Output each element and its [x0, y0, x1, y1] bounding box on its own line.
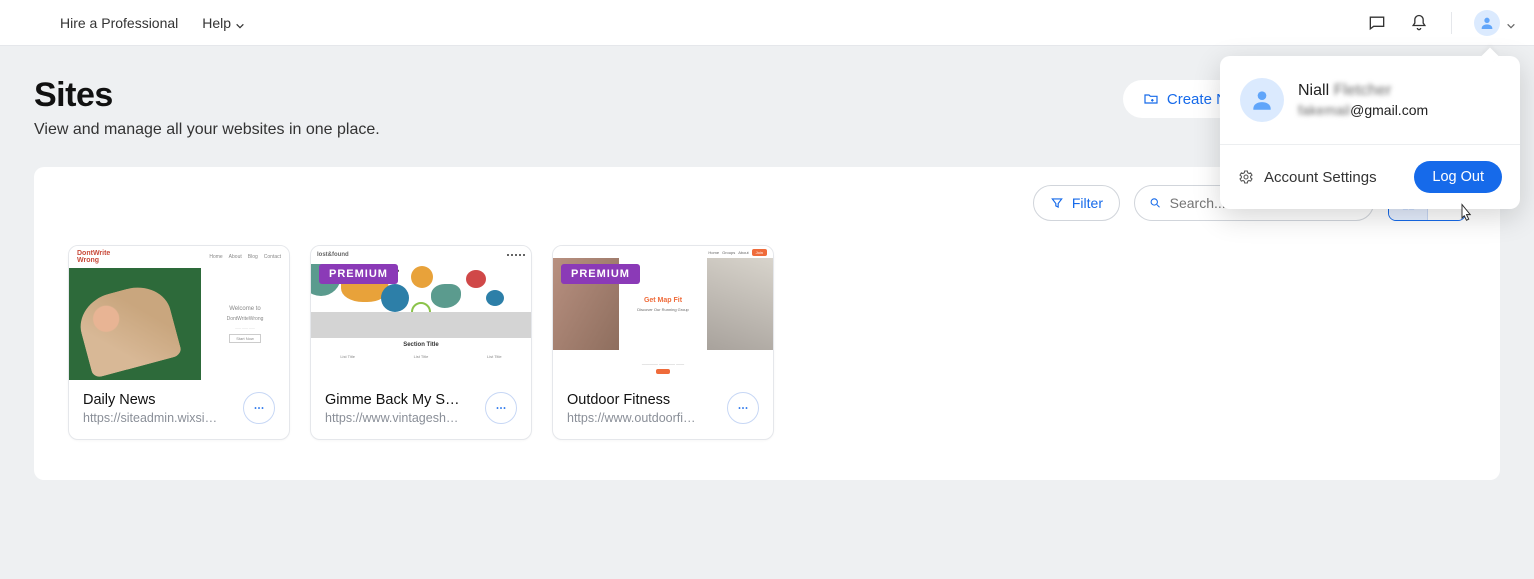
site-card[interactable]: PREMIUM HomeGroupsAbout Join Get Map Fit…	[552, 245, 774, 440]
folder-plus-icon	[1143, 91, 1159, 107]
avatar-large	[1240, 78, 1284, 122]
user-menu-popover: Niall Fletcher fakemail@gmail.com Accoun…	[1220, 56, 1520, 209]
chevron-down-icon	[235, 18, 245, 28]
site-thumbnail: DontWriteWrong HomeAboutBlogContact Welc…	[69, 246, 289, 380]
filter-button[interactable]: Filter	[1033, 185, 1120, 221]
site-thumbnail: PREMIUM HomeGroupsAbout Join Get Map Fit…	[553, 246, 773, 380]
site-more-button[interactable]	[485, 392, 517, 424]
premium-badge: PREMIUM	[561, 264, 640, 284]
help-menu[interactable]: Help	[202, 15, 245, 31]
site-card-info: Gimme Back My S… https://www.vintagesh…	[311, 380, 531, 439]
avatar	[1474, 10, 1500, 36]
site-thumbnail: PREMIUM lost&found How does this all wor…	[311, 246, 531, 380]
site-title: Outdoor Fitness	[567, 392, 696, 408]
site-url: https://siteadmin.wixsi…	[83, 411, 217, 425]
user-info: Niall Fletcher fakemail@gmail.com	[1220, 56, 1520, 144]
site-more-button[interactable]	[243, 392, 275, 424]
site-url: https://www.outdoorfi…	[567, 411, 696, 425]
bell-icon[interactable]	[1409, 13, 1429, 33]
top-nav-left: Hire a Professional Help	[60, 15, 245, 31]
help-label: Help	[202, 15, 231, 31]
account-settings-label: Account Settings	[1264, 169, 1377, 186]
dots-icon	[736, 401, 750, 415]
site-title: Daily News	[83, 392, 217, 408]
logout-button[interactable]: Log Out	[1414, 161, 1502, 193]
site-cards: DontWriteWrong HomeAboutBlogContact Welc…	[68, 245, 1466, 440]
account-settings-link[interactable]: Account Settings	[1238, 169, 1377, 186]
site-card[interactable]: PREMIUM lost&found How does this all wor…	[310, 245, 532, 440]
filter-icon	[1050, 196, 1064, 210]
dots-icon	[494, 401, 508, 415]
sites-panel: Filter DontWrite	[34, 167, 1500, 480]
page-title: Sites	[34, 76, 380, 115]
user-name: Niall Fletcher	[1298, 82, 1428, 100]
search-icon	[1149, 196, 1162, 210]
dots-icon	[252, 401, 266, 415]
user-email: fakemail@gmail.com	[1298, 102, 1428, 118]
gear-icon	[1238, 169, 1254, 185]
page-subtitle: View and manage all your websites in one…	[34, 121, 380, 139]
chevron-down-icon	[1506, 18, 1516, 28]
site-card-info: Daily News https://siteadmin.wixsi…	[69, 380, 289, 439]
site-more-button[interactable]	[727, 392, 759, 424]
divider	[1451, 12, 1452, 34]
user-menu-actions: Account Settings Log Out	[1220, 144, 1520, 209]
site-card[interactable]: DontWriteWrong HomeAboutBlogContact Welc…	[68, 245, 290, 440]
site-url: https://www.vintagesh…	[325, 411, 460, 425]
top-nav: Hire a Professional Help	[0, 0, 1534, 46]
top-nav-right	[1367, 10, 1516, 36]
premium-badge: PREMIUM	[319, 264, 398, 284]
hire-professional-link[interactable]: Hire a Professional	[60, 15, 178, 31]
site-card-info: Outdoor Fitness https://www.outdoorfi…	[553, 380, 773, 439]
filter-label: Filter	[1072, 195, 1103, 211]
user-menu-trigger[interactable]	[1474, 10, 1516, 36]
site-title: Gimme Back My S…	[325, 392, 460, 408]
page-heading-block: Sites View and manage all your websites …	[34, 76, 380, 139]
chat-icon[interactable]	[1367, 13, 1387, 33]
